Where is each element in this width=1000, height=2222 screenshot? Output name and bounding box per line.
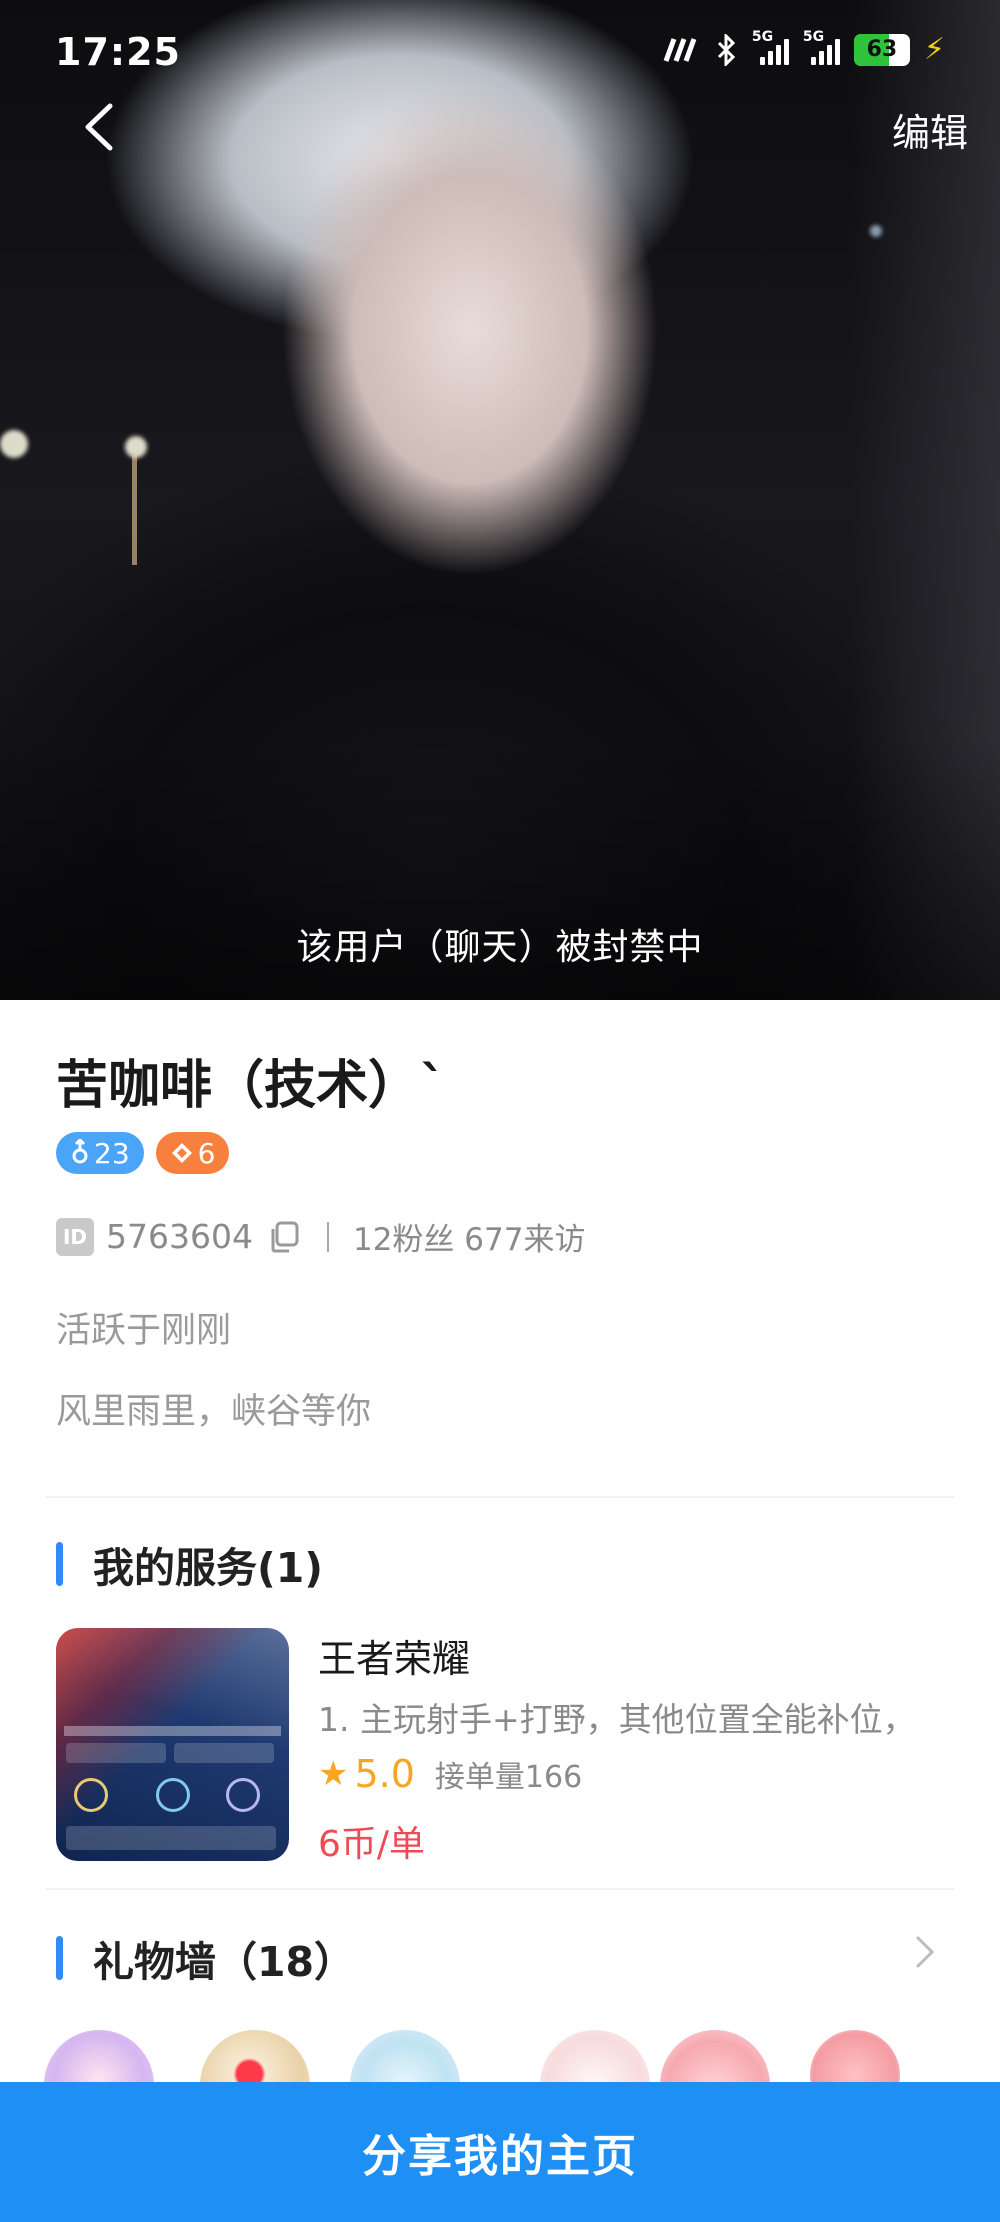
services-title: 我的服务(1) xyxy=(93,1544,324,1592)
service-rating: 5.0 xyxy=(354,1752,415,1796)
profile-bio: 风里雨里，峡谷等你 xyxy=(56,1392,372,1432)
profile-name: 苦咖啡（技术）` xyxy=(56,1056,447,1116)
service-thumbnail[interactable] xyxy=(56,1628,289,1861)
battery-icon: 63 xyxy=(853,33,910,66)
level-value: 6 xyxy=(197,1136,216,1170)
service-rating-row: ★ 5.0 接单量166 xyxy=(318,1752,582,1796)
network-type-1: 5G xyxy=(751,28,774,45)
level-badge: 6 xyxy=(155,1132,230,1174)
service-game-title[interactable]: 王者荣耀 xyxy=(318,1628,470,1683)
fans-visits-stats[interactable]: 12粉丝 677来访 xyxy=(353,1214,585,1259)
id-icon: ID xyxy=(56,1217,94,1256)
age-value: 23 xyxy=(94,1136,130,1170)
battery-percent: 63 xyxy=(866,36,898,62)
services-header: 我的服务(1) xyxy=(56,1534,323,1594)
diamond-icon xyxy=(171,1143,192,1163)
chevron-right-icon xyxy=(916,1936,935,1968)
section-divider xyxy=(46,1496,954,1498)
section-accent-bar xyxy=(56,1542,63,1586)
active-status: 活跃于刚刚 xyxy=(56,1311,232,1351)
signal-icon: 5G xyxy=(752,29,789,65)
service-price: 6币/单 xyxy=(318,1824,426,1865)
status-bar: 17:25 5G 5G 63 ⚡ xyxy=(0,0,1000,110)
network-type-2: 5G xyxy=(802,28,825,45)
carrier-icon xyxy=(663,37,697,62)
divider xyxy=(326,1221,329,1252)
ban-notice: 该用户（聊天）被封禁中 xyxy=(296,927,704,968)
signal-icon-2: 5G xyxy=(803,29,840,65)
back-button[interactable] xyxy=(78,100,122,154)
edit-button[interactable]: 编辑 xyxy=(892,102,968,157)
charging-icon: ⚡ xyxy=(923,32,945,67)
status-time: 17:25 xyxy=(55,30,181,74)
chevron-left-icon xyxy=(85,103,113,151)
user-id: 5763604 xyxy=(106,1217,253,1256)
section-divider-2 xyxy=(46,1888,954,1890)
profile-cover-photo xyxy=(0,0,1000,1000)
gender-age-badge: 23 xyxy=(56,1132,144,1174)
gift-wall-title: 礼物墙（18） xyxy=(93,1938,356,1986)
section-accent-bar-2 xyxy=(56,1936,63,1980)
gift-wall-header[interactable]: 礼物墙（18） xyxy=(56,1928,355,1988)
gift-wall-more-button[interactable] xyxy=(912,1928,940,1976)
star-icon: ★ xyxy=(318,1754,349,1794)
share-homepage-button[interactable]: 分享我的主页 xyxy=(0,2082,1000,2222)
service-order-count: 接单量166 xyxy=(434,1760,583,1795)
status-icons: 5G 5G 63 ⚡ xyxy=(662,29,945,67)
bluetooth-icon xyxy=(717,33,736,66)
profile-badges: 23 6 xyxy=(56,1132,230,1174)
copy-icon[interactable] xyxy=(267,1219,303,1255)
male-icon xyxy=(72,1139,88,1164)
id-row: ID 5763604 12粉丝 677来访 xyxy=(56,1214,585,1259)
service-description: 1. 主玩射手+打野，其他位置全能补位， xyxy=(318,1700,916,1739)
